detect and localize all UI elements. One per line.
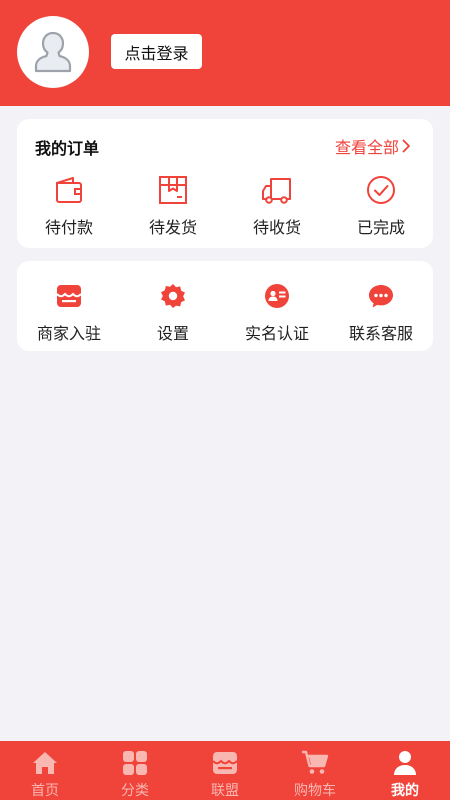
package-icon [156, 173, 190, 207]
service-settings[interactable]: 设置 [121, 279, 225, 344]
store-icon [210, 749, 240, 776]
service-label: 实名认证 [244, 324, 309, 343]
order-completed[interactable]: 已完成 [329, 173, 433, 238]
view-all-orders-link[interactable]: 查看全部 [335, 134, 411, 158]
order-status-label: 待付款 [44, 218, 93, 237]
services-card: 商家入驻 设置 实名认证 联系客服 [17, 261, 433, 351]
tab-home[interactable]: 首页 [0, 741, 90, 800]
home-icon [30, 749, 60, 776]
order-pending-shipment[interactable]: 待发货 [121, 173, 225, 238]
tab-categories[interactable]: 分类 [90, 741, 180, 800]
truck-icon [260, 173, 294, 207]
order-status-label: 待发货 [148, 218, 197, 237]
grid-icon [120, 749, 150, 776]
check-circle-icon [364, 173, 398, 207]
service-label: 设置 [156, 324, 189, 343]
user-icon [390, 749, 420, 776]
service-merchant-join[interactable]: 商家入驻 [17, 279, 121, 344]
chat-icon [364, 279, 398, 313]
avatar[interactable] [17, 16, 89, 88]
order-pending-receipt[interactable]: 待收货 [225, 173, 329, 238]
tab-label: 联盟 [211, 783, 239, 799]
wallet-icon [52, 173, 86, 207]
tab-mine[interactable]: 我的 [360, 741, 450, 800]
order-status-label: 已完成 [356, 218, 405, 237]
chevron-right-icon [402, 139, 410, 153]
my-orders-card: 我的订单 查看全部 待付款 待发货 待收货 已完成 [17, 119, 433, 248]
profile-header: 点击登录 [0, 0, 450, 106]
view-all-label: 查看全部 [334, 138, 399, 157]
gear-icon [156, 279, 190, 313]
bottom-tab-bar: 首页 分类 联盟 购物车 我的 [0, 741, 450, 800]
tab-alliance[interactable]: 联盟 [180, 741, 270, 800]
service-identity-verification[interactable]: 实名认证 [225, 279, 329, 344]
tab-label: 首页 [31, 783, 59, 799]
tab-label: 我的 [391, 783, 419, 799]
tab-label: 分类 [121, 783, 149, 799]
order-pending-payment[interactable]: 待付款 [17, 173, 121, 238]
order-status-label: 待收货 [252, 218, 301, 237]
cart-icon [300, 749, 330, 776]
user-placeholder-icon [34, 31, 72, 73]
service-customer-support[interactable]: 联系客服 [329, 279, 433, 344]
orders-title: 我的订单 [35, 139, 100, 158]
id-card-icon [260, 279, 294, 313]
tab-cart[interactable]: 购物车 [270, 741, 360, 800]
service-label: 联系客服 [348, 324, 413, 343]
store-icon [52, 279, 86, 313]
tab-label: 购物车 [294, 783, 336, 799]
service-label: 商家入驻 [36, 324, 101, 343]
login-button[interactable]: 点击登录 [111, 34, 202, 69]
